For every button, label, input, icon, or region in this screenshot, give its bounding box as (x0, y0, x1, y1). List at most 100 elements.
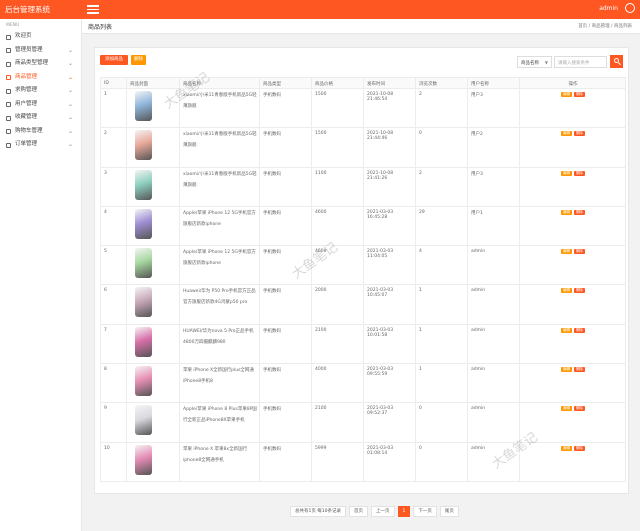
cell-time: 2021-10-08 21:44:46 (363, 127, 416, 168)
cell-views: 0 (415, 441, 468, 482)
col-name-header: 商品名称 (179, 77, 260, 89)
goods-icon (6, 75, 11, 80)
pagination-summary: 总共有1页 每10条记录 (290, 506, 347, 517)
search-field-select[interactable]: 商品名称 ▼ (517, 56, 552, 68)
cell-views: 0 (415, 402, 468, 443)
bulk-delete-button[interactable]: 删除 (131, 55, 146, 65)
prev-page-button[interactable]: 上一页 (371, 506, 395, 517)
cell-id: 5 (100, 245, 127, 286)
next-page-button[interactable]: 下一页 (413, 506, 437, 517)
cell-type: 手机数码 (259, 205, 312, 247)
add-goods-button[interactable]: 添加商品 (100, 55, 128, 65)
table-row: 7 HUAWEI/华为nova 5 Pro正品手机4800万四摄麒麟980 手机数码… (100, 323, 626, 365)
search-button[interactable] (610, 55, 623, 68)
delete-button[interactable]: 删除 (574, 406, 585, 412)
delete-button[interactable]: 删除 (574, 92, 585, 97)
chevron-down-icon: ⌄ (67, 87, 73, 94)
cell-cover (126, 323, 180, 365)
cell-cover (126, 284, 180, 325)
sidebar-item[interactable]: 欢迎页 (0, 30, 81, 44)
col-cover-header: 商品封面 (126, 77, 180, 89)
edit-button[interactable]: 编辑 (561, 249, 572, 255)
table-row: 2 xiaomi/小米11青春版手机新品5G轻薄旗舰 手机数码 1500 2021-10… (100, 127, 626, 168)
cell-type: 手机数码 (259, 87, 312, 129)
delete-button[interactable]: 删除 (574, 249, 585, 255)
delete-button[interactable]: 删除 (574, 327, 585, 333)
cell-user: admin (467, 284, 520, 325)
table-row: 9 Apple/苹果 iPhone 8 Plus苹果8P国行全新正品iPhone8… (100, 402, 626, 443)
sidebar-item[interactable]: 求购管理 ⌄ (0, 84, 81, 98)
edit-button[interactable]: 编辑 (561, 209, 572, 215)
edit-button[interactable]: 编辑 (561, 327, 572, 333)
delete-button[interactable]: 删除 (574, 170, 585, 176)
col-time-header: 发布时间 (363, 77, 416, 89)
chevron-down-icon: ▼ (544, 60, 548, 65)
breadcrumb-bar: 商品列表 首页 / 商品管理 / 商品列表 (82, 19, 640, 34)
delete-button[interactable]: 删除 (574, 288, 585, 294)
cell-name: xiaomi/小米11青春版手机新品5G轻薄旗舰 (179, 87, 260, 129)
edit-button[interactable]: 编辑 (561, 288, 572, 294)
sidebar-item[interactable]: 收藏管理 ⌄ (0, 111, 81, 125)
cell-user: 用户3 (467, 166, 520, 207)
cell-user: admin (467, 363, 520, 404)
breadcrumb-goods[interactable]: 商品管理 (592, 24, 610, 29)
cell-price: 4600 (311, 205, 364, 247)
cell-user: admin (467, 441, 520, 482)
menu-toggle-icon[interactable] (87, 3, 99, 15)
cell-price: 1500 (311, 87, 364, 129)
cell-time: 2021-03-03 10:01:58 (363, 323, 416, 365)
cell-id: 7 (100, 323, 127, 365)
table-row: 6 Huawei/华为 P50 Pro手机官方正品官方旗舰店新款4G鸿蒙p50 p… (100, 284, 626, 325)
col-type-header: 商品类型 (259, 77, 312, 89)
last-page-button[interactable]: 尾页 (439, 506, 459, 517)
cell-price: 2000 (311, 284, 364, 325)
breadcrumb-home[interactable]: 首页 (578, 24, 587, 29)
first-page-button[interactable]: 首页 (349, 506, 369, 517)
cell-type: 手机数码 (259, 441, 312, 482)
top-bar: 后台管理系统 admin (0, 0, 640, 19)
sidebar-item[interactable]: 购物车管理 ⌄ (0, 125, 81, 139)
user-name[interactable]: admin (599, 5, 618, 12)
delete-button[interactable]: 删除 (574, 367, 585, 373)
edit-button[interactable]: 编辑 (561, 170, 572, 176)
sidebar-item[interactable]: 商品管理 ⌄ (0, 71, 81, 85)
col-user-header: 用户名称 (467, 77, 520, 89)
chevron-down-icon: ⌄ (67, 114, 73, 121)
product-image (135, 287, 152, 318)
sidebar-item-label: 购物车管理 (15, 127, 43, 134)
cell-views: 2 (415, 166, 468, 207)
cell-actions: 编辑 删除 (519, 284, 626, 325)
search-input[interactable]: 请输入搜索条件 (554, 56, 607, 68)
category-icon (6, 61, 11, 67)
sidebar-item-label: 欢迎页 (15, 33, 32, 39)
cell-actions: 编辑 删除 (519, 127, 626, 168)
cell-id: 3 (100, 166, 127, 207)
cell-cover (126, 245, 180, 286)
edit-button[interactable]: 编辑 (561, 92, 572, 97)
cell-cover (126, 363, 180, 404)
goods-list-card: 添加商品 删除 商品名称 ▼ 请输入搜索条件 ID 商品封面 商品名称 商品类型… (94, 47, 629, 494)
cell-id: 1 (100, 87, 127, 129)
delete-button[interactable]: 删除 (574, 445, 585, 451)
user-avatar-icon[interactable] (625, 3, 635, 13)
sidebar-item[interactable]: 商品类型管理 ⌄ (0, 57, 81, 71)
cell-id: 4 (100, 205, 127, 247)
edit-button[interactable]: 编辑 (561, 406, 572, 412)
sidebar-item[interactable]: 订单管理 ⌄ (0, 138, 81, 152)
col-actions-header: 操作 (519, 77, 626, 89)
delete-button[interactable]: 删除 (574, 131, 585, 137)
edit-button[interactable]: 编辑 (561, 445, 572, 451)
cell-name: 苹果 iPhone X全新国行plus全网通iPhone8手机8 (179, 363, 260, 404)
sidebar-item[interactable]: 用户管理 ⌄ (0, 98, 81, 112)
sidebar-item[interactable]: 管理员管理 ⌄ (0, 44, 81, 58)
table-row: 1 xiaomi/小米11青春版手机新品5G轻薄旗舰 手机数码 1500 2021-10… (100, 87, 626, 129)
col-views-header: 浏览次数 (415, 77, 468, 89)
chevron-down-icon: ⌄ (67, 127, 73, 135)
edit-button[interactable]: 编辑 (561, 367, 572, 373)
sidebar-item-label: 订单管理 (15, 141, 38, 147)
chevron-down-icon: ⌄ (67, 60, 73, 67)
current-page-button[interactable]: 1 (397, 506, 411, 517)
edit-button[interactable]: 编辑 (561, 131, 572, 137)
delete-button[interactable]: 删除 (574, 209, 585, 215)
cell-name: Apple/苹果 iPhone 12 5G手机官方旗舰店新款iphone (179, 205, 260, 247)
